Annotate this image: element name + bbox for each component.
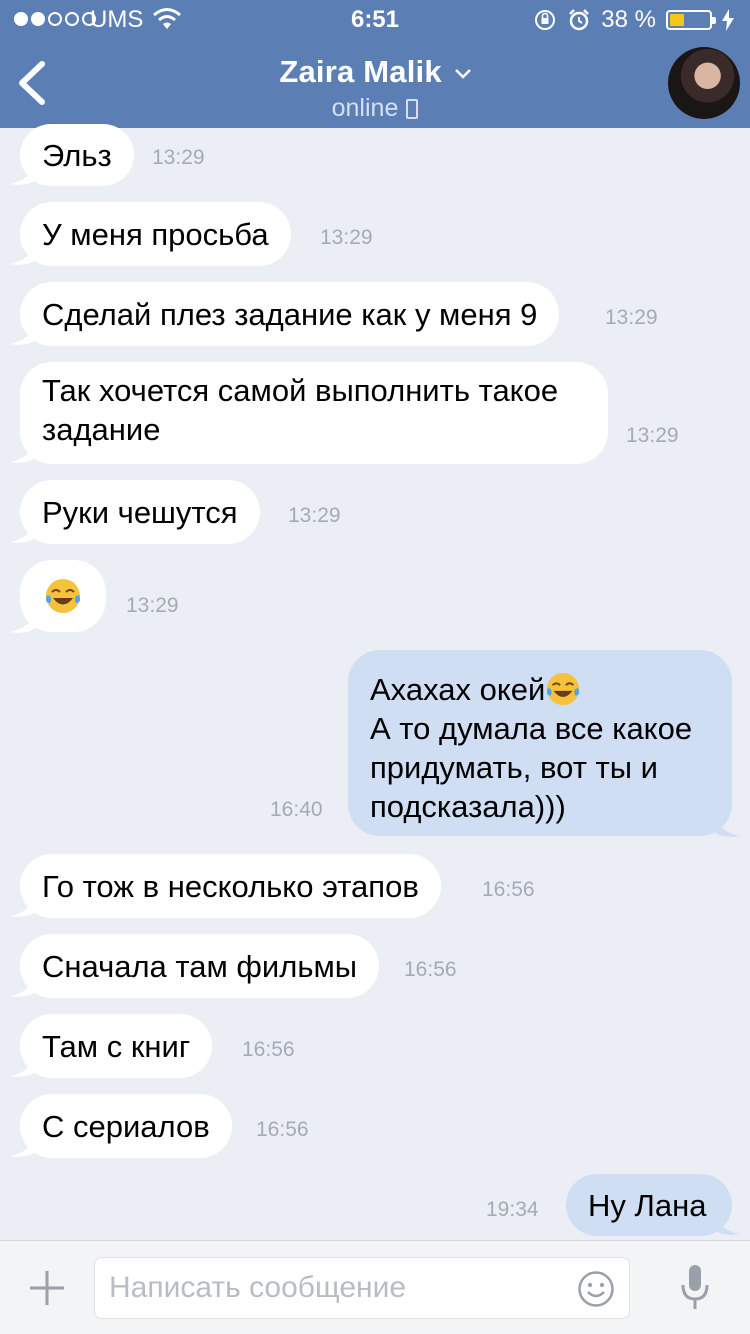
message-time: 19:34 — [486, 1198, 539, 1221]
message-field[interactable] — [94, 1257, 630, 1319]
message-time: 16:40 — [270, 798, 323, 821]
smiley-icon[interactable] — [577, 1270, 615, 1308]
message-text: Ахахах окей — [370, 672, 546, 707]
message-composer — [0, 1240, 750, 1334]
presence-status: online — [331, 94, 399, 122]
message-text: Ну Лана — [588, 1187, 707, 1223]
message-text: Эльз — [42, 137, 112, 173]
contact-name: Zaira Malik — [279, 54, 442, 89]
message-time: 13:29 — [126, 594, 179, 617]
message-text: С сериалов — [42, 1108, 210, 1144]
battery-percent: 38 % — [601, 6, 656, 33]
message-time: 16:56 — [482, 878, 535, 901]
message-time: 13:29 — [605, 306, 658, 329]
microphone-icon[interactable] — [680, 1263, 710, 1311]
mobile-phone-icon — [406, 98, 419, 119]
message-time: 16:56 — [256, 1118, 309, 1141]
message-text: Руки чешутся — [42, 494, 238, 530]
nav-bar: UMS 6:51 38 % Zaira Malik online — [0, 0, 750, 128]
message-text: А то думала все какое придумать, вот ты … — [370, 711, 693, 824]
message-text: Го тож в несколько этапов — [42, 868, 419, 904]
battery-icon — [666, 10, 716, 30]
message-time: 13:29 — [626, 424, 679, 447]
message-time: 13:29 — [320, 226, 373, 249]
message-text: Сделай плез задание как у меня 9 — [42, 296, 538, 332]
message-time: 13:29 — [288, 504, 341, 527]
chevron-down-icon — [454, 68, 471, 79]
tears-of-joy-emoji — [46, 579, 80, 613]
conversation-title[interactable]: Zaira Malik online — [0, 54, 750, 123]
status-bar: UMS 6:51 38 % — [0, 0, 750, 40]
message-text: У меня просьба — [42, 216, 269, 252]
alarm-icon — [569, 9, 590, 31]
message-text: Так хочется самой выполнить такое задани… — [42, 373, 559, 447]
orientation-lock-icon — [535, 10, 556, 30]
message-input[interactable] — [95, 1258, 565, 1318]
plus-icon[interactable] — [28, 1269, 66, 1307]
message-text: Сначала там фильмы — [42, 948, 358, 984]
message-time: 16:56 — [404, 958, 457, 981]
avatar[interactable] — [668, 47, 740, 119]
message-text: Там с книг — [42, 1028, 191, 1064]
message-time: 16:56 — [242, 1038, 295, 1061]
message-time: 13:29 — [152, 146, 205, 169]
charging-icon — [722, 9, 734, 31]
tears-of-joy-emoji — [547, 672, 580, 705]
